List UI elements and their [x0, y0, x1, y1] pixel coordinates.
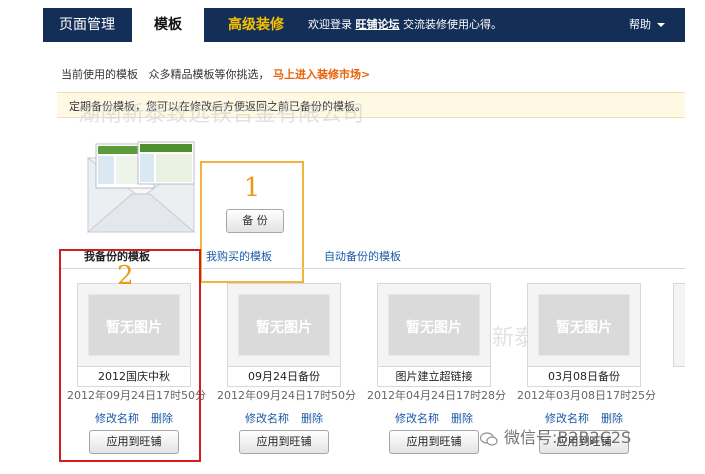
backup-notice: 定期备份模板，您可以在修改后方便返回之前已备份的模板。: [57, 92, 685, 118]
template-time: 2012年03月08日17时25分: [517, 389, 656, 402]
template-time: 2012年04月24日17时28分: [367, 389, 506, 402]
welcome-message: 欢迎登录 旺铺论坛 交流装修使用心得。: [308, 8, 502, 42]
backup-notice-text: 定期备份模板，您可以在修改后方便返回之前已备份的模板。: [69, 100, 366, 113]
current-template-hint: 众多精品模板等你挑选，: [148, 68, 270, 81]
welcome-suffix: 交流装修使用心得。: [403, 18, 502, 31]
advanced-decoration-link[interactable]: 高级装修: [228, 8, 284, 42]
step-number-2: 2: [117, 261, 134, 291]
tab-auto-backups[interactable]: 自动备份的模板: [324, 248, 401, 264]
envelope-icon: [86, 141, 196, 233]
template-thumbnail: 暂无图片: [227, 283, 341, 367]
delete-link[interactable]: 删除: [451, 412, 473, 425]
tab-purchased[interactable]: 我购买的模板: [206, 248, 272, 264]
step-number-1: 1: [243, 173, 261, 203]
tab-templates[interactable]: 模板: [132, 8, 204, 42]
template-card-partial: [673, 283, 685, 367]
template-actions: 修改名称 删除: [373, 410, 495, 426]
apply-to-shop-button[interactable]: 应用到旺铺: [239, 430, 329, 454]
no-image-text: 暂无图片: [406, 320, 462, 336]
wechat-icon: [480, 431, 498, 446]
decoration-market-link[interactable]: 马上进入装修市场>: [273, 68, 370, 81]
wechat-id-text: 微信号:B2B2C2S: [504, 428, 632, 447]
no-image-text: 暂无图片: [256, 320, 312, 336]
template-thumbnail: 暂无图片: [527, 283, 641, 367]
template-thumbnail: 暂无图片: [377, 283, 491, 367]
current-template-line: 当前使用的模板 众多精品模板等你挑选， 马上进入装修市场>: [61, 66, 370, 82]
rename-link[interactable]: 修改名称: [245, 412, 289, 425]
delete-link[interactable]: 删除: [301, 412, 323, 425]
page-management-title[interactable]: 页面管理: [43, 8, 131, 42]
rename-link[interactable]: 修改名称: [395, 412, 439, 425]
forum-link[interactable]: 旺铺论坛: [356, 18, 400, 31]
chevron-down-icon: [657, 23, 665, 27]
backup-button[interactable]: 备 份: [226, 209, 284, 233]
template-card: 暂无图片 09月24日备份 2012年09月24日17时50分 修改名称 删除 应…: [217, 283, 356, 461]
template-card: 暂无图片 图片建立超链接 2012年04月24日17时28分 修改名称 删除 应用…: [367, 283, 506, 461]
apply-to-shop-button[interactable]: 应用到旺铺: [389, 430, 479, 454]
wechat-watermark: 微信号:B2B2C2S: [480, 424, 631, 448]
help-menu[interactable]: 帮助: [629, 8, 665, 42]
top-nav-bar: 页面管理 模板 高级装修 欢迎登录 旺铺论坛 交流装修使用心得。 帮助: [43, 8, 685, 42]
current-template-label: 当前使用的模板: [61, 68, 138, 81]
my-backups-highlight-box: 2: [59, 249, 201, 462]
template-time: 2012年09月24日17时50分: [217, 389, 356, 402]
template-name: 图片建立超链接: [377, 367, 491, 387]
welcome-prefix: 欢迎登录: [308, 18, 352, 31]
template-actions: 修改名称 删除: [223, 410, 345, 426]
help-label[interactable]: 帮助: [629, 18, 651, 31]
template-name: 03月08日备份: [527, 367, 641, 387]
no-image-text: 暂无图片: [556, 320, 612, 336]
template-name: 09月24日备份: [227, 367, 341, 387]
